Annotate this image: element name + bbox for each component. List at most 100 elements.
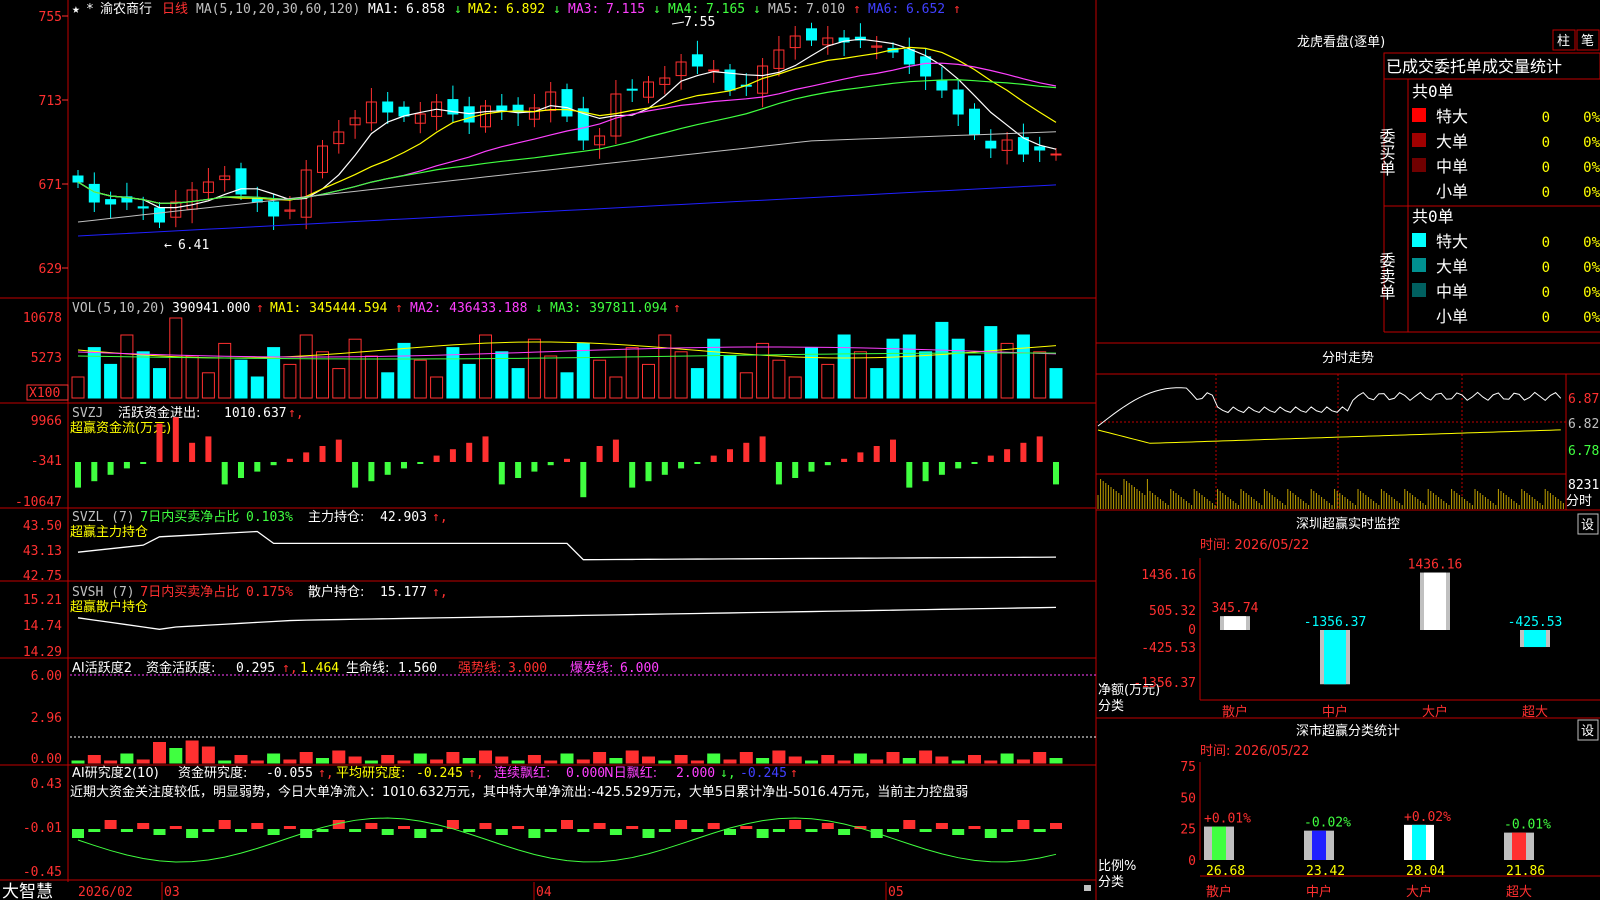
svzl-label2: 主力持仓: xyxy=(308,510,364,525)
ma3-value: 7.115 xyxy=(606,2,645,17)
lhb-row-pct: 0% xyxy=(1583,110,1600,126)
lhb-swatch xyxy=(1412,233,1426,247)
lock-icon[interactable] xyxy=(1084,885,1091,891)
month-03: 03 xyxy=(164,885,180,900)
active-bar xyxy=(870,759,884,764)
sz-class-bars[interactable]: +0.01% 26.68 散户 -0.02% 23.42 中户 +0.02% 28.04 大户 -… xyxy=(1204,810,1551,900)
active-bar xyxy=(495,756,509,764)
svzl-line[interactable] xyxy=(77,530,1057,561)
volume-chart[interactable] xyxy=(71,317,1063,399)
bar-value-label: 345.74 xyxy=(1212,601,1259,616)
flow-bar xyxy=(466,442,473,462)
lhb-row-pct: 0% xyxy=(1583,135,1600,151)
ai-research-label: 资金研究度: xyxy=(178,765,247,781)
research-bar xyxy=(952,829,965,835)
flow-bar xyxy=(515,462,522,478)
ai-research-label2: 平均研究度: xyxy=(336,765,405,781)
lhb-panel: 龙虎看盘(逐单) 柱 笔 已成交委托单成交量统计 委买单 委卖单 共0单特大 0 0… xyxy=(1297,29,1600,333)
flow-bar xyxy=(938,462,945,475)
low-arrow-icon: ← xyxy=(164,238,172,253)
star-icon[interactable]: ★ xyxy=(72,2,80,17)
flow-bar xyxy=(759,436,766,462)
class-value-label: 23.42 xyxy=(1306,864,1345,879)
ai-active-label5: 爆发线: xyxy=(570,660,613,676)
category-bar-inner xyxy=(1224,616,1246,630)
volume-bar xyxy=(951,338,965,399)
flow-bar xyxy=(596,446,603,462)
flow-bar xyxy=(189,442,196,462)
flow-bar xyxy=(433,455,440,462)
research-bar xyxy=(658,829,671,832)
candlestick-chart[interactable] xyxy=(72,22,1062,237)
candle-body xyxy=(903,49,915,65)
tick-mode-label: 笔 xyxy=(1581,33,1594,49)
flow-bar xyxy=(352,462,359,488)
ai-research-chart[interactable] xyxy=(72,817,1062,863)
down-arrow-icon: ↓ xyxy=(535,301,543,316)
month-05: 05 xyxy=(888,885,904,900)
lhb-total: 共0单 xyxy=(1412,82,1454,101)
y-tick: 0.43 xyxy=(31,777,62,792)
active-bar xyxy=(919,750,933,764)
svsh-line[interactable] xyxy=(77,606,1057,630)
period-label[interactable]: 日线 xyxy=(162,2,188,17)
bar-value-label: 1436.16 xyxy=(1408,558,1463,573)
lhb-row-name: 特大 xyxy=(1436,232,1468,251)
research-bar xyxy=(1001,829,1014,832)
y-tick: 10678 xyxy=(23,311,62,326)
y-tick: 75 xyxy=(1180,760,1196,775)
flow-bar xyxy=(91,462,98,482)
active-bar xyxy=(104,760,118,764)
volume-bar xyxy=(658,334,672,399)
flow-bar xyxy=(727,449,733,462)
active-bar xyxy=(707,753,721,764)
lhb-rows: 共0单特大 0 0%大单 0 0%中单 0 0%小单 0 0%共0单特大 0 0%大单 0 0%中单 0 0… xyxy=(1412,82,1600,326)
ai-active-header: AI活跃度2 资金活跃度: 0.295 ↑, 1.464 生命线: 1.560 … xyxy=(72,660,659,676)
flow-bar xyxy=(140,462,147,464)
intraday-title: 分时走势 xyxy=(1322,350,1374,366)
intraday-panel: 分时走势 6.87 6.82 6.78 8231 分时 xyxy=(1096,350,1600,510)
flow-bar xyxy=(678,462,685,469)
date-start: 2026/02 xyxy=(78,885,133,900)
intraday-chart[interactable] xyxy=(1097,387,1564,509)
active-bar xyxy=(625,750,639,764)
candle-body xyxy=(154,207,165,223)
active-bar xyxy=(576,759,590,764)
active-bar xyxy=(1016,759,1030,764)
active-bar xyxy=(316,758,329,764)
active-bar xyxy=(527,755,541,764)
candle-body xyxy=(463,106,475,123)
lhb-row-pct: 0% xyxy=(1583,260,1600,276)
research-bar xyxy=(935,823,948,829)
lhb-row-pct: 0% xyxy=(1583,160,1600,176)
flow-bar xyxy=(645,462,652,482)
research-bar xyxy=(528,829,541,838)
category-label: 大户 xyxy=(1422,704,1448,720)
volume-bar xyxy=(413,359,427,399)
svsh-path xyxy=(77,606,1057,630)
sz-monitor-bars[interactable]: 散户 中户 大户 超大 345.74 -1356.37 1436.16 -425.53 xyxy=(1212,558,1563,720)
ma-params: MA(5,10,20,30,60,120) xyxy=(196,2,360,17)
research-bar xyxy=(88,829,101,832)
y-tick: 9966 xyxy=(31,414,62,429)
y-tick: 0 xyxy=(1188,854,1196,869)
vol-ma1: MA1: 345444.594 xyxy=(270,301,388,316)
low-label: 6.41 xyxy=(178,238,209,253)
svsh-subtitle: 超赢散户持仓 xyxy=(70,599,148,615)
research-bar xyxy=(919,829,932,832)
volume-bar xyxy=(544,355,558,399)
research-bar xyxy=(740,826,753,829)
active-bar xyxy=(397,760,411,764)
flow-bar xyxy=(384,462,391,475)
svzl-name: SVZL (7) xyxy=(72,510,135,525)
active-bar xyxy=(805,760,818,764)
research-bar xyxy=(381,829,394,835)
svzj-chart[interactable] xyxy=(75,417,1059,498)
active-bar xyxy=(218,760,232,764)
ai-active-bars[interactable] xyxy=(71,740,1063,764)
candle-body xyxy=(1034,146,1046,151)
y-tick: 2.96 xyxy=(31,711,62,726)
up-arrow-icon: ↑, xyxy=(288,406,304,421)
svzj-label: 活跃资金进出: xyxy=(118,405,200,421)
ma2-arrow-icon: ↓ xyxy=(553,2,561,17)
